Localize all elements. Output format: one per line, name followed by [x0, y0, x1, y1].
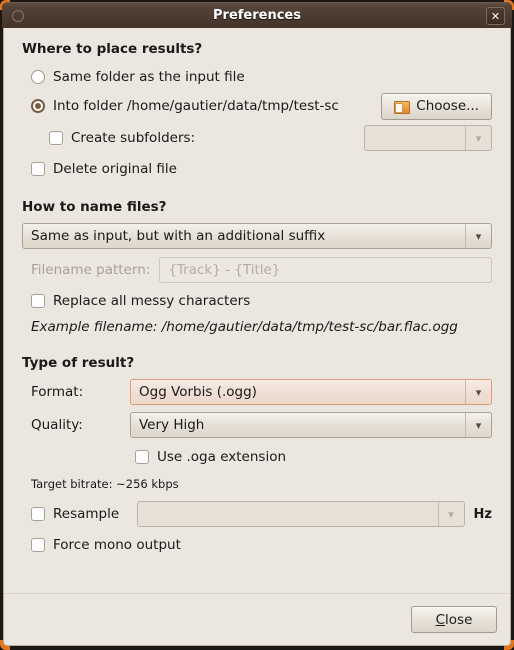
label-hz: Hz — [473, 506, 492, 522]
close-x-glyph: ✕ — [490, 9, 501, 23]
folder-icon — [394, 100, 411, 114]
checkbox-row-create-subfolders[interactable]: Create subfolders: ▾ — [22, 124, 492, 152]
close-button[interactable]: Close — [411, 606, 497, 633]
naming-scheme-row: Same as input, but with an additional su… — [22, 222, 492, 250]
label-oga-extension: Use .oga extension — [157, 449, 287, 465]
chevron-down-icon: ▾ — [465, 413, 491, 437]
checkbox-row-delete-original[interactable]: Delete original file — [22, 156, 492, 182]
checkbox-force-mono[interactable] — [31, 538, 45, 552]
checkbox-resample[interactable] — [31, 507, 45, 521]
filename-pattern-row: Filename pattern: {Track} - {Title} — [22, 256, 492, 284]
radio-label-into-folder: Into folder /home/gautier/data/tmp/test-… — [53, 98, 339, 114]
close-button-mnemonic: C — [435, 611, 446, 628]
title-bar[interactable]: Preferences ✕ — [2, 2, 512, 28]
chevron-down-icon: ▾ — [437, 502, 464, 526]
radio-into-folder[interactable] — [31, 99, 45, 113]
section-heading-result: Type of result? — [22, 355, 135, 371]
choose-folder-label: Choose... — [416, 98, 479, 114]
label-quality: Quality: — [31, 417, 83, 433]
radio-row-into-folder[interactable]: Into folder /home/gautier/data/tmp/test-… — [22, 92, 492, 120]
dialog-content: Where to place results? Same folder as t… — [4, 28, 510, 593]
section-heading-where: Where to place results? — [22, 41, 203, 57]
target-bitrate-text: Target bitrate: ~256 kbps — [31, 477, 179, 491]
checkbox-row-oga-extension[interactable]: Use .oga extension — [22, 444, 492, 470]
resample-combobox[interactable]: ▾ — [137, 501, 465, 527]
label-delete-original: Delete original file — [53, 161, 177, 177]
checkbox-delete-original[interactable] — [31, 162, 45, 176]
quality-row: Quality: Very High ▾ — [22, 411, 492, 439]
radio-row-same-folder[interactable]: Same folder as the input file — [22, 64, 492, 90]
filename-pattern-input[interactable]: {Track} - {Title} — [159, 257, 492, 283]
label-format: Format: — [31, 384, 84, 400]
label-resample: Resample — [53, 506, 120, 522]
naming-scheme-combobox[interactable]: Same as input, but with an additional su… — [22, 223, 492, 249]
window-title: Preferences — [213, 8, 301, 23]
format-row: Format: Ogg Vorbis (.ogg) ▾ — [22, 378, 492, 406]
section-heading-naming: How to name files? — [22, 199, 167, 215]
target-bitrate-row: Target bitrate: ~256 kbps — [22, 472, 492, 496]
resample-row[interactable]: Resample ▾ Hz — [22, 500, 492, 528]
chevron-down-icon: ▾ — [465, 126, 491, 150]
choose-folder-button[interactable]: Choose... — [381, 92, 492, 120]
dialog-body: Where to place results? Same folder as t… — [3, 28, 511, 646]
format-combobox[interactable]: Ogg Vorbis (.ogg) ▾ — [130, 379, 492, 405]
radio-label-same-folder: Same folder as the input file — [53, 69, 245, 85]
label-filename-pattern: Filename pattern: — [31, 262, 151, 278]
close-icon[interactable]: ✕ — [486, 7, 505, 25]
label-create-subfolders: Create subfolders: — [71, 130, 196, 146]
quality-combobox-value: Very High — [139, 417, 205, 433]
dialog-action-area: Close — [4, 593, 510, 645]
label-force-mono: Force mono output — [53, 537, 181, 553]
example-filename-row: Example filename: /home/gautier/data/tmp… — [22, 316, 492, 338]
filename-pattern-placeholder: {Track} - {Title} — [168, 262, 281, 278]
checkbox-replace-messy[interactable] — [31, 294, 45, 308]
chevron-down-icon: ▾ — [465, 224, 491, 248]
checkbox-row-force-mono[interactable]: Force mono output — [22, 532, 492, 558]
preferences-window: Preferences ✕ Where to place results? Sa… — [0, 0, 514, 650]
format-combobox-value: Ogg Vorbis (.ogg) — [139, 384, 257, 400]
checkbox-oga-extension[interactable] — [135, 450, 149, 464]
checkbox-create-subfolders[interactable] — [49, 131, 63, 145]
checkbox-row-replace-messy[interactable]: Replace all messy characters — [22, 288, 492, 314]
close-button-label: lose — [445, 611, 473, 628]
quality-combobox[interactable]: Very High ▾ — [130, 412, 492, 438]
radio-same-folder[interactable] — [31, 70, 45, 84]
label-replace-messy: Replace all messy characters — [53, 293, 251, 309]
naming-scheme-value: Same as input, but with an additional su… — [31, 228, 326, 244]
subfolders-combobox[interactable]: ▾ — [364, 125, 492, 151]
example-filename-text: Example filename: /home/gautier/data/tmp… — [31, 319, 458, 335]
chevron-down-icon: ▾ — [465, 380, 491, 404]
